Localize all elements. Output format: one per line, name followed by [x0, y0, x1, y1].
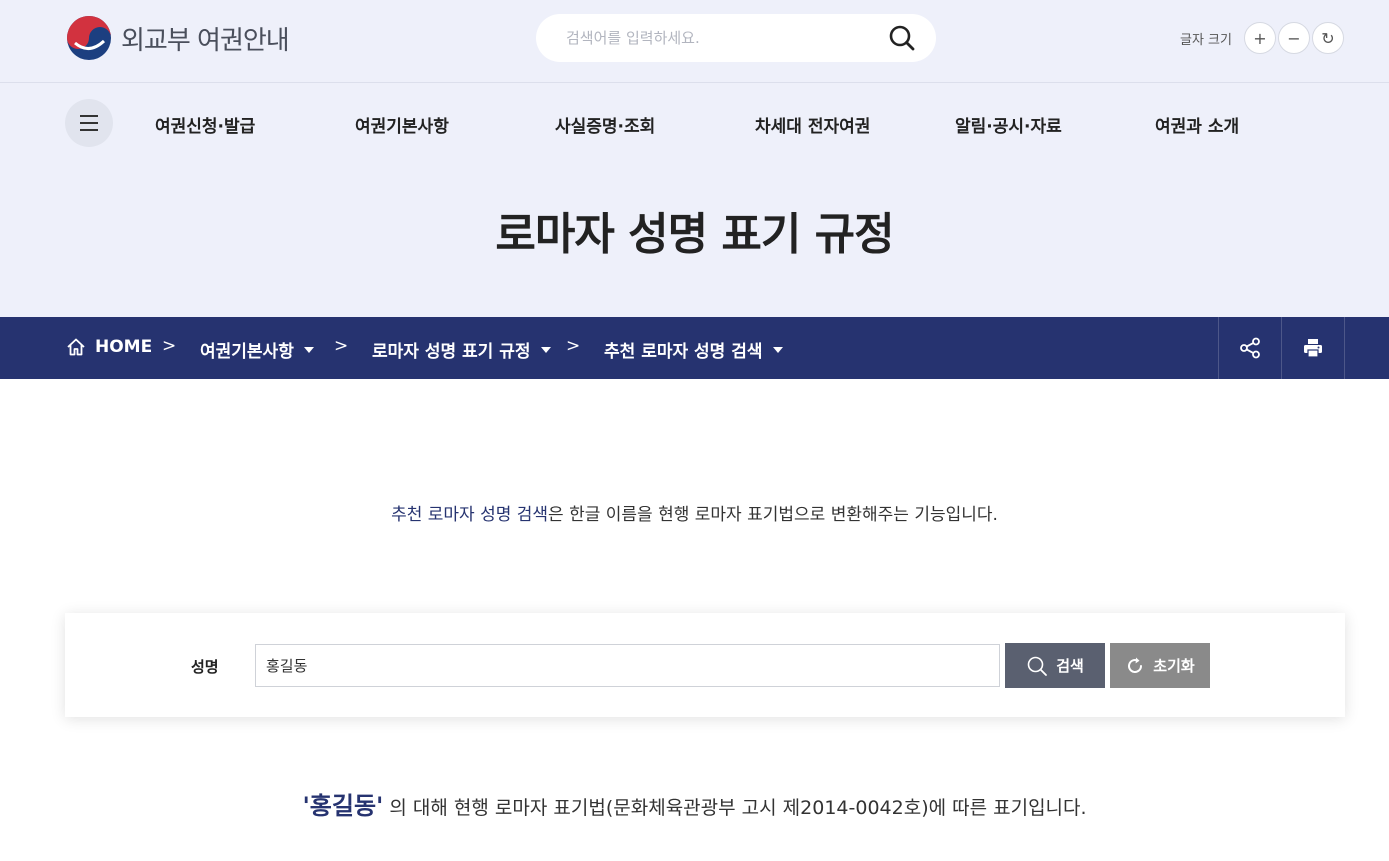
hamburger-icon-line: [80, 122, 98, 124]
search-button-label: 검색: [1056, 657, 1084, 675]
print-button[interactable]: [1281, 317, 1344, 379]
gnb-passport-basics[interactable]: 여권기본사항: [355, 112, 449, 137]
intro-description: 은 한글 이름을 현행 로마자 표기법으로 변환해주는 기능입니다.: [548, 505, 998, 525]
taegeuk-logo-icon: [67, 16, 111, 60]
search-input[interactable]: [566, 26, 886, 50]
font-increase-button[interactable]: +: [1244, 22, 1276, 54]
caret-down-icon: [303, 346, 314, 353]
gnb-notices[interactable]: 알림·공시·자료: [955, 112, 1062, 137]
refresh-icon: ↻: [1321, 28, 1335, 48]
logo-text: 외교부 여권안내: [121, 25, 290, 56]
intro-highlight: 추천 로마자 성명 검색: [391, 505, 549, 525]
minus-icon: −: [1287, 28, 1301, 48]
search-icon[interactable]: [888, 24, 916, 52]
breadcrumb-romanized-name-search[interactable]: 추천 로마자 성명 검색: [604, 337, 783, 362]
breadcrumb-home[interactable]: HOME: [66, 337, 152, 357]
font-reset-button[interactable]: ↻: [1312, 22, 1344, 54]
reset-button-label: 초기화: [1153, 657, 1195, 675]
breadcrumb-label: 로마자 성명 표기 규정: [372, 342, 531, 362]
font-size-label: 글자 크기: [1180, 33, 1232, 48]
breadcrumb-romanization-rules[interactable]: 로마자 성명 표기 규정: [372, 337, 551, 362]
name-input[interactable]: [255, 644, 1000, 687]
share-icon: [1240, 337, 1260, 359]
global-search: [536, 14, 936, 62]
refresh-icon: [1128, 657, 1143, 673]
search-icon: [1027, 656, 1048, 676]
chevron-right-icon: >: [334, 336, 349, 356]
chevron-right-icon: >: [566, 336, 581, 356]
toolbar-divider: [1344, 317, 1345, 379]
gnb-passport-application[interactable]: 여권신청·발급: [155, 112, 255, 137]
font-decrease-button[interactable]: −: [1278, 22, 1310, 54]
reset-button[interactable]: 초기화: [1110, 643, 1210, 688]
search-button[interactable]: 검색: [1005, 643, 1105, 688]
breadcrumb-label: 여권기본사항: [200, 342, 294, 362]
breadcrumb-label: 추천 로마자 성명 검색: [604, 342, 763, 362]
gnb-about[interactable]: 여권과 소개: [1155, 112, 1239, 137]
intro-text: 추천 로마자 성명 검색은 한글 이름을 현행 로마자 표기법으로 변환해주는 …: [0, 500, 1389, 525]
gnb-certification[interactable]: 사실증명·조회: [555, 112, 655, 137]
header-divider: [0, 82, 1389, 83]
page-title: 로마자 성명 표기 규정: [495, 209, 894, 260]
plus-icon: +: [1253, 28, 1267, 48]
share-button[interactable]: [1218, 317, 1281, 379]
site-logo[interactable]: 외교부 여권안내: [66, 15, 290, 61]
gnb-next-gen-passport[interactable]: 차세대 전자여권: [755, 112, 870, 137]
hamburger-icon-line: [80, 115, 98, 117]
result-description: 의 대해 현행 로마자 표기법(문화체육관광부 고시 제2014-0042호)에…: [383, 797, 1087, 819]
hamburger-icon-line: [80, 129, 98, 131]
print-icon: [1304, 339, 1322, 358]
caret-down-icon: [540, 346, 551, 353]
breadcrumb-passport-basics[interactable]: 여권기본사항: [200, 337, 314, 362]
caret-down-icon: [772, 346, 783, 353]
result-query: '홍길동': [302, 792, 384, 820]
breadcrumb-home-label: HOME: [95, 337, 153, 357]
name-search-form: 성명 검색 초기화: [65, 613, 1345, 717]
chevron-right-icon: >: [162, 336, 177, 356]
name-label: 성명: [191, 658, 219, 676]
home-icon: [67, 338, 85, 356]
breadcrumb: HOME > 여권기본사항 > 로마자 성명 표기 규정 > 추천 로마자 성명…: [0, 317, 1389, 379]
result-text: '홍길동' 의 대해 현행 로마자 표기법(문화체육관광부 고시 제2014-0…: [0, 786, 1389, 821]
all-menu-button[interactable]: [65, 99, 113, 147]
